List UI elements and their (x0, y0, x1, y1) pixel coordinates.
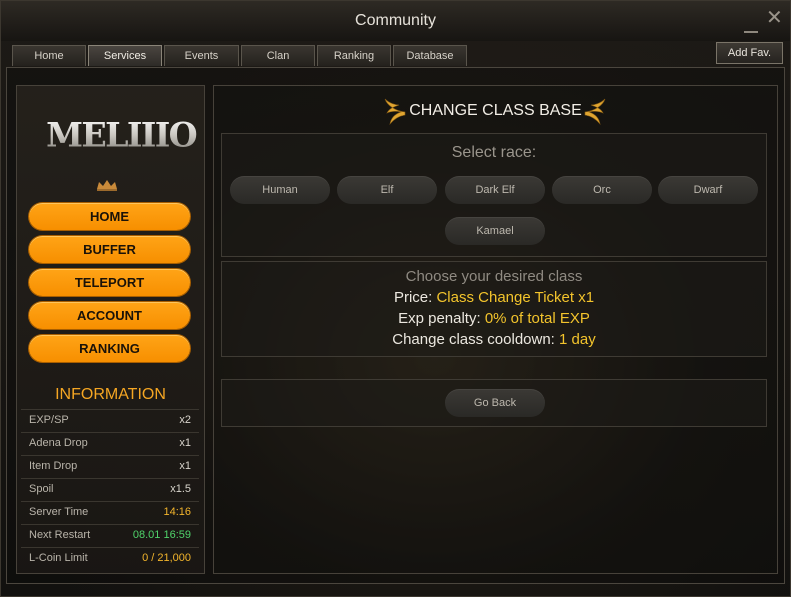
info-label: Spoil (29, 483, 54, 495)
cooldown-value: 1 day (559, 331, 596, 348)
close-icon[interactable]: ✕ (766, 8, 783, 28)
tab-ranking[interactable]: Ranking (317, 45, 391, 66)
race-human-button[interactable]: Human (230, 176, 330, 204)
info-row: Item Drop x1 (21, 455, 199, 477)
info-row: EXP/SP x2 (21, 409, 199, 431)
title-bar[interactable]: Community ✕ (1, 1, 790, 41)
info-label: Item Drop (29, 460, 78, 472)
race-elf-button[interactable]: Elf (337, 176, 437, 204)
choose-class-text: Choose your desired class (405, 268, 583, 285)
tab-database[interactable]: Database (393, 45, 467, 66)
cooldown-label: Change class cooldown: (392, 331, 555, 348)
info-label: L-Coin Limit (29, 552, 88, 564)
price-label: Price: (393, 289, 433, 306)
menu-ranking-button[interactable]: RANKING (29, 335, 190, 362)
add-favorite-button[interactable]: Add Fav. (716, 42, 783, 64)
info-label: Server Time (29, 506, 89, 518)
crown-icon (97, 180, 117, 191)
cooldown-line: Change class cooldown: 1 day (221, 331, 767, 348)
exp-penalty-line: Exp penalty: 0% of total EXP (221, 310, 767, 327)
community-window: Community ✕ Home Services Events Clan Ra… (0, 0, 791, 597)
exp-penalty-label: Exp penalty: (398, 310, 481, 327)
next-restart-value: 08.01 16:59 (132, 529, 191, 541)
menu-teleport-button[interactable]: TELEPORT (29, 269, 190, 296)
race-orc-button[interactable]: Orc (552, 176, 652, 204)
window-title: Community (355, 12, 436, 29)
select-race-label: Select race: (451, 144, 537, 161)
tab-clan[interactable]: Clan (241, 45, 315, 66)
logo-text: MELIIIOR (46, 116, 197, 155)
info-value: x2 (179, 414, 191, 426)
info-row: Spoil x1.5 (21, 478, 199, 500)
menu-buffer-button[interactable]: BUFFER (29, 236, 190, 263)
tab-events[interactable]: Events (164, 45, 239, 66)
exp-penalty-value: 0% of total EXP (484, 310, 590, 327)
server-time-value: 14:16 (163, 506, 191, 518)
information-title: INFORMATION (55, 386, 166, 403)
price-value: Class Change Ticket x1 (436, 289, 595, 306)
info-value: x1 (179, 460, 191, 472)
race-dark-elf-button[interactable]: Dark Elf (445, 176, 545, 204)
menu-account-button[interactable]: ACCOUNT (29, 302, 190, 329)
minimize-button[interactable] (744, 31, 758, 33)
info-label: Adena Drop (29, 437, 88, 449)
info-value: x1.5 (170, 483, 191, 495)
info-row: Server Time 14:16 (21, 501, 199, 523)
menu-home-button[interactable]: HOME (29, 203, 190, 230)
right-wing-icon (584, 98, 606, 126)
price-line: Price: Class Change Ticket x1 (221, 289, 767, 306)
info-value: x1 (179, 437, 191, 449)
info-row: Adena Drop x1 (21, 432, 199, 454)
page-heading: CHANGE CLASS BASE (409, 102, 582, 119)
go-back-button[interactable]: Go Back (445, 389, 545, 417)
tab-services[interactable]: Services (88, 45, 162, 66)
lcoin-limit-value: 0 / 21,000 (142, 552, 191, 564)
info-row: L-Coin Limit 0 / 21,000 (21, 547, 199, 569)
tab-home[interactable]: Home (12, 45, 86, 66)
info-label: EXP/SP (29, 414, 69, 426)
melior-logo: MELIIIOR (46, 116, 197, 155)
race-kamael-button[interactable]: Kamael (445, 217, 545, 245)
info-label: Next Restart (29, 529, 91, 541)
race-dwarf-button[interactable]: Dwarf (658, 176, 758, 204)
info-row: Next Restart 08.01 16:59 (21, 524, 199, 546)
